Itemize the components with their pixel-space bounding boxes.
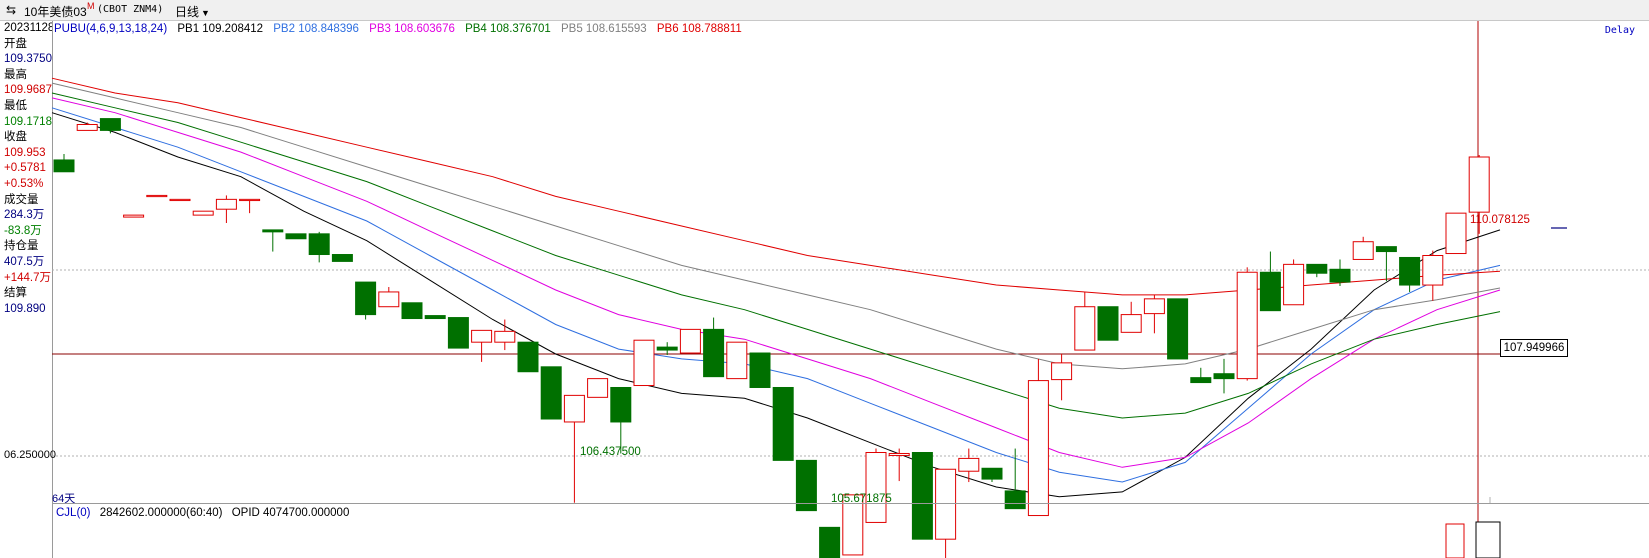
candle-body (1190, 377, 1212, 384)
pb-line-pb5 (51, 82, 1501, 370)
candle-body (749, 352, 771, 388)
candle-body (1445, 212, 1467, 255)
candle-body (99, 118, 121, 131)
candle-body (1422, 255, 1444, 286)
pb2-legend: PB2 108.848396 (273, 23, 359, 35)
candle-body (1167, 298, 1189, 360)
candle-body (1283, 263, 1305, 306)
candle-body (1236, 271, 1258, 380)
candle-body (192, 210, 214, 216)
candle-body (401, 302, 423, 320)
candle-body (1097, 306, 1119, 341)
candle-body (888, 452, 910, 456)
candle-body (772, 386, 794, 461)
candle-body (285, 233, 307, 240)
volume-bar (1475, 521, 1501, 558)
candle-body (1375, 246, 1397, 253)
candlestick-chart[interactable] (0, 0, 1649, 558)
volume-legend: CJL(0) 2842602.000000(60:40) OPID 407470… (56, 507, 355, 519)
candle-body (1468, 156, 1490, 213)
candle-body (1259, 271, 1281, 312)
pb-line-pb6 (51, 77, 1501, 296)
candle-body (1051, 362, 1073, 381)
candle-body (633, 339, 655, 387)
candle-body (1399, 256, 1421, 286)
candle-body (424, 315, 446, 320)
candle-body (563, 394, 585, 423)
candle-body (123, 214, 145, 218)
volume-indicator-name[interactable]: CJL(0) (56, 507, 91, 519)
pb3-legend: PB3 108.603676 (369, 23, 455, 35)
candle-body (935, 468, 957, 540)
candle-body (215, 198, 237, 210)
pb6-legend: PB6 108.788811 (656, 23, 742, 35)
candle-body (587, 378, 609, 398)
candle-body (53, 159, 75, 173)
pb5-legend: PB5 108.615593 (560, 23, 647, 35)
candle-body (656, 346, 678, 351)
candle-body (1213, 373, 1235, 380)
pb1-legend: PB1 109.208412 (177, 23, 264, 35)
candle-body (1074, 306, 1096, 351)
indicator-legend: PUBU(4,6,9,13,18,24) PB1 109.208412 PB2 … (54, 23, 749, 35)
candle-body (1004, 490, 1026, 510)
candle-body (726, 341, 748, 380)
candle-body (331, 254, 353, 262)
candle-body (494, 330, 516, 343)
pb4-legend: PB4 108.376701 (465, 23, 551, 35)
candle-body (819, 526, 841, 558)
candle-body (679, 328, 701, 354)
crosshair-price-label: 107.949966 (1500, 339, 1568, 357)
candle-body (169, 198, 191, 202)
volume-indicator-value: 2842602.000000(60:40) (99, 507, 223, 519)
candle-body (76, 123, 98, 131)
candle-body (239, 198, 261, 202)
y-axis-tick: 06.250000 (4, 449, 56, 461)
volume-bar (1445, 523, 1465, 558)
last-high-label: 110.078125 (1470, 214, 1530, 226)
candle-body (1120, 314, 1142, 333)
candle-body (447, 317, 469, 349)
candle-body (378, 291, 400, 308)
candle-body (1329, 268, 1351, 283)
candle-body (911, 452, 933, 540)
low-label-1: 106.437500 (580, 446, 641, 458)
candle-body (1143, 298, 1165, 315)
candle-body (865, 452, 887, 523)
candle-body (146, 194, 168, 198)
indicator-name[interactable]: PUBU(4,6,9,13,18,24) (54, 23, 167, 35)
candle-body (981, 467, 1003, 480)
candle-body (517, 341, 539, 373)
delay-indicator: Delay (1604, 25, 1635, 36)
candle-body (958, 457, 980, 472)
candle-body (262, 229, 284, 233)
candle-body (703, 328, 725, 378)
candle-body (610, 386, 632, 423)
candle-body (540, 366, 562, 420)
candle-body (1352, 241, 1374, 260)
candle-body (1306, 263, 1328, 274)
subchart-divider (52, 503, 1649, 504)
candle-body (355, 281, 377, 316)
candle-body (471, 329, 493, 343)
candle-body (308, 233, 330, 256)
pb-line-pb4 (51, 92, 1501, 419)
opid-value: OPID 4074700.000000 (231, 507, 350, 519)
candle-body (1027, 380, 1049, 517)
